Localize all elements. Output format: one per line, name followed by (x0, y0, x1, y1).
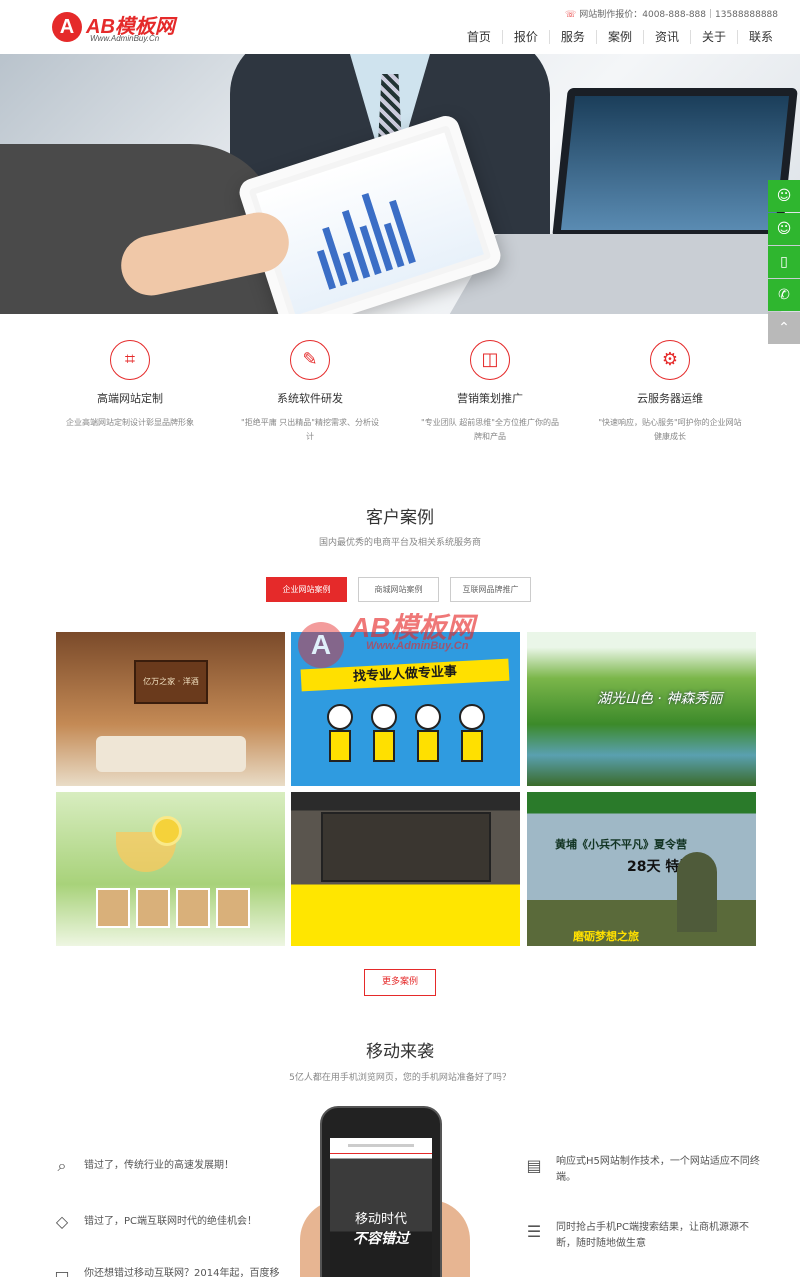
character-head (371, 704, 397, 730)
service-desc: "快速响应，贴心服务"呵护你的企业网站健康成长 (598, 418, 742, 441)
character-body (329, 730, 351, 762)
case-thumbnail[interactable]: 亿万之家 · 洋酒 (56, 632, 285, 786)
list-icon: ☰ (526, 1222, 542, 1241)
case-thumbnail[interactable] (291, 792, 520, 946)
hotline: ☏ 网站制作报价：4008-888-888｜13588888888 (565, 7, 778, 20)
nav-item-news[interactable]: 资讯 (642, 30, 690, 44)
nav-item-contact[interactable]: 联系 (736, 30, 784, 44)
banner-laptop (552, 88, 798, 238)
service-desc: "拒绝平庸 只出精品"精挖需求、分析设计 (241, 418, 379, 441)
main-nav: 首页 报价 服务 案例 资讯 关于 联系 (456, 30, 784, 44)
service-title: 系统软件研发 (277, 392, 343, 405)
cases-tabs: 企业网站案例 商城网站案例 互联网品牌推广 (266, 577, 531, 602)
character-body (417, 730, 439, 762)
hero-banner[interactable] (0, 54, 800, 314)
mobile-icon[interactable]: ▯ (768, 246, 800, 278)
site-header: A AB模板网 Www.AdminBuy.Cn ☏ 网站制作报价：4008-888… (0, 0, 800, 54)
cases-title: 客户案例 (366, 508, 434, 528)
case-thumbnail[interactable] (56, 792, 285, 946)
pen-icon: ✎ (290, 340, 330, 380)
service-desc: 企业高端网站定制设计彰显品牌形象 (66, 418, 194, 427)
more-cases-button[interactable]: 更多案例 (364, 969, 436, 996)
nav-item-pricing[interactable]: 报价 (501, 30, 549, 44)
phone-slogan-2: 不容错过 (353, 1231, 409, 1247)
feature-item: ☰ 同时抢占手机PC端搜索结果，让商机源源不断，随时随地做生意 (522, 1220, 772, 1252)
soldier-figure (677, 852, 717, 932)
service-item[interactable]: ◫ 营销策划推广 "专业团队 超前思维"全方位推广你的品牌和产品 (400, 340, 580, 450)
watermark-subtext: Www.AdminBuy.Cn (366, 640, 469, 652)
feature-item: ▤ 响应式H5网站制作技术，一个网站适应不同终端。 (522, 1154, 772, 1186)
monitor-icon: ▭ (54, 1264, 70, 1277)
mobile-subtitle: 5亿人都在用手机浏览网页，您的手机网站准备好了吗？ (289, 1073, 511, 1083)
phone-slogan-1: 移动时代 (354, 1212, 407, 1227)
character-head (415, 704, 441, 730)
feature-text: 错过了，PC端互联网时代的绝佳机会！ (84, 1216, 258, 1227)
nav-item-cases[interactable]: 案例 (595, 30, 643, 44)
qq-icon[interactable]: ☺ (768, 180, 800, 212)
back-to-top-icon[interactable]: ⌃ (768, 312, 800, 344)
character-head (459, 704, 485, 730)
nav-item-services[interactable]: 服务 (548, 30, 596, 44)
feature-text: 你还想错过移动互联网？2014年起，百度移 (84, 1268, 280, 1277)
case-footer-text: 磨砺梦想之旅 (573, 930, 639, 943)
web-design-icon: ⌗ (110, 340, 150, 380)
feature-item: ▭ 你还想错过移动互联网？2014年起，百度移 (50, 1262, 300, 1277)
qq-icon[interactable]: ☺ (768, 213, 800, 245)
phone-icon[interactable]: ✆ (768, 279, 800, 311)
logo-mark: A (52, 12, 82, 42)
site-logo[interactable]: A AB模板网 Www.AdminBuy.Cn (52, 10, 182, 46)
mobile-title: 移动来袭 (366, 1042, 434, 1062)
cases-subtitle: 国内最优秀的电商平台及相关系统服务商 (318, 538, 481, 548)
phone-mockup: 移动时代 不容错过 (320, 1106, 442, 1277)
service-title: 云服务器运维 (637, 392, 703, 405)
hotline-text: 网站制作报价：4008-888-888｜13588888888 (579, 10, 778, 20)
service-item[interactable]: ⌗ 高端网站定制 企业高端网站定制设计彰显品牌形象 (40, 340, 220, 450)
feature-item: ⌕ 错过了，传统行业的高速发展期！ (50, 1154, 290, 1178)
search-icon: ⌕ (57, 1156, 67, 1175)
feature-text: 错过了，传统行业的高速发展期！ (84, 1160, 234, 1171)
feature-text: 响应式H5网站制作技术，一个网站适应不同终端。 (556, 1156, 760, 1183)
cases-grid: 亿万之家 · 洋酒 找专业人做专业事 湖光山色 · 神森秀丽 黄埔《小兵不平凡》… (56, 632, 756, 946)
service-item[interactable]: ✎ 系统软件研发 "拒绝平庸 只出精品"精挖需求、分析设计 (220, 340, 400, 450)
service-title: 营销策划推广 (457, 392, 523, 405)
character-body (461, 730, 483, 762)
nav-item-about[interactable]: 关于 (689, 30, 737, 44)
watermark-mark: A (298, 622, 344, 668)
gear-icon: ⚙ (650, 340, 690, 380)
case-headline: 黄埔《小兵不平凡》夏令营 (555, 838, 687, 851)
case-thumbnail[interactable]: 湖光山色 · 神森秀丽 (527, 632, 756, 786)
product-tiles (96, 888, 250, 928)
side-float-bar: ☺ ☺ ▯ ✆ ⌃ (768, 180, 800, 345)
service-desc: "专业团队 超前思维"全方位推广你的品牌和产品 (421, 418, 559, 441)
character-head (327, 704, 353, 730)
tab-enterprise[interactable]: 企业网站案例 (266, 577, 347, 602)
bag-icon: ◫ (470, 340, 510, 380)
responsive-icon: ▤ (526, 1156, 542, 1175)
case-thumbnail[interactable]: 黄埔《小兵不平凡》夏令营 28天 特训班 磨砺梦想之旅 (527, 792, 756, 946)
tab-mall[interactable]: 商城网站案例 (358, 577, 439, 602)
service-title: 高端网站定制 (97, 392, 163, 405)
phone-icon: ☏ (564, 10, 577, 20)
case-wall-sign: 亿万之家 · 洋酒 (134, 660, 208, 704)
diamond-icon: ◇ (55, 1212, 69, 1231)
sofa (96, 736, 246, 772)
feature-item: ◇ 错过了，PC端互联网时代的绝佳机会！ (50, 1210, 290, 1234)
storefront (321, 812, 491, 882)
service-item[interactable]: ⚙ 云服务器运维 "快速响应，贴心服务"呵护你的企业网站健康成长 (580, 340, 760, 450)
logo-subtext: Www.AdminBuy.Cn (90, 34, 160, 43)
nav-item-home[interactable]: 首页 (456, 30, 502, 44)
character-body (373, 730, 395, 762)
phone-screen: 移动时代 不容错过 (330, 1138, 432, 1277)
services-row: ⌗ 高端网站定制 企业高端网站定制设计彰显品牌形象 ✎ 系统软件研发 "拒绝平庸… (40, 340, 760, 450)
feature-text: 同时抢占手机PC端搜索结果，让商机源源不断，随时随地做生意 (556, 1222, 750, 1249)
tab-brand-promotion[interactable]: 互联网品牌推广 (450, 577, 531, 602)
case-calligraphy: 湖光山色 · 神森秀丽 (597, 691, 723, 707)
phone-top-bar (330, 1138, 432, 1154)
lemon (152, 816, 182, 846)
